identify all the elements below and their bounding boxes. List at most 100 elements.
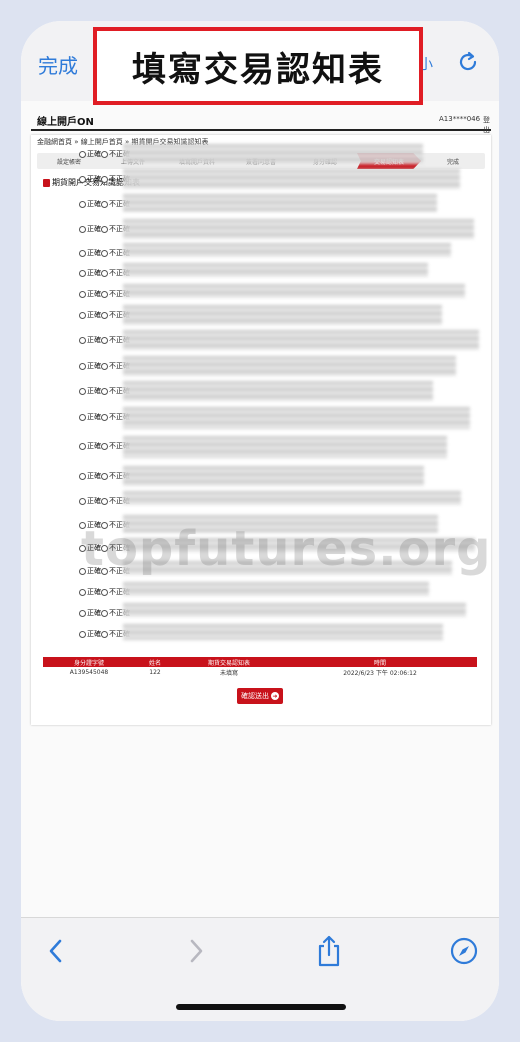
share-icon[interactable]	[314, 935, 344, 967]
header-cell: 身分證字號	[73, 659, 104, 667]
radio-icon	[101, 442, 108, 450]
site-header: 線上開戶ON A13****046 登出	[31, 113, 491, 134]
radio-icon	[79, 630, 86, 638]
option-correct[interactable]: 正確	[79, 199, 101, 209]
radio-icon	[101, 200, 108, 208]
blurred-question-text	[123, 194, 437, 212]
option-correct[interactable]: 正確	[79, 361, 101, 371]
phone-screen: 完成 小 填寫交易認知表 線上開戶ON A13****046 登出 金融網首頁 …	[21, 21, 499, 1021]
home-indicator	[176, 1004, 346, 1010]
logout-link[interactable]: 登出	[483, 115, 491, 135]
header-cell: 姓名	[148, 659, 161, 667]
title-banner: 填寫交易認知表	[93, 27, 423, 105]
blurred-question-text	[123, 356, 456, 376]
radio-icon	[101, 630, 108, 638]
blurred-question-text	[123, 624, 443, 640]
option-correct[interactable]: 正確	[79, 412, 101, 422]
radio-icon	[79, 497, 86, 505]
radio-icon	[101, 311, 108, 319]
blurred-question-text	[123, 169, 460, 189]
option-correct[interactable]: 正確	[79, 386, 101, 396]
option-correct[interactable]: 正確	[79, 174, 101, 184]
radio-icon	[79, 387, 86, 395]
forward-icon[interactable]	[181, 936, 211, 966]
blurred-question-text	[123, 144, 423, 164]
blurred-question-text	[123, 330, 479, 350]
radio-icon	[101, 249, 108, 257]
radio-icon	[79, 225, 86, 233]
radio-icon	[79, 175, 86, 183]
radio-icon	[101, 609, 108, 617]
document-icon	[43, 178, 50, 187]
radio-icon	[101, 336, 108, 344]
blurred-question-text	[123, 603, 466, 617]
radio-icon	[101, 269, 108, 277]
blurred-question-text	[123, 243, 451, 257]
table-cell: 122	[149, 668, 161, 676]
option-correct[interactable]: 正確	[79, 289, 101, 299]
blurred-question-text	[123, 491, 461, 505]
browser-bottom-bar	[21, 917, 499, 1021]
radio-icon	[101, 387, 108, 395]
site-name: 線上開戶ON	[37, 117, 94, 128]
radio-icon	[101, 497, 108, 505]
submit-button[interactable]: 確認送出 ➜	[237, 688, 283, 704]
option-correct[interactable]: 正確	[79, 224, 101, 234]
blurred-question-text	[123, 436, 447, 458]
radio-icon	[79, 362, 86, 370]
web-content: 線上開戶ON A13****046 登出 金融網首頁 » 線上開戶首頁 » 期貨…	[21, 101, 499, 917]
option-correct[interactable]: 正確	[79, 471, 101, 481]
option-correct[interactable]: 正確	[79, 629, 101, 639]
option-correct[interactable]: 正確	[79, 441, 101, 451]
radio-icon	[79, 413, 86, 421]
done-button[interactable]: 完成	[38, 50, 78, 79]
radio-icon	[101, 472, 108, 480]
arrow-right-circle-icon: ➜	[271, 692, 279, 700]
radio-icon	[79, 290, 86, 298]
radio-icon	[79, 200, 86, 208]
radio-icon	[101, 413, 108, 421]
blurred-question-text	[123, 582, 429, 596]
option-correct[interactable]: 正確	[79, 587, 101, 597]
form-card: 金融網首頁 » 線上開戶首頁 » 期貨開戶交易知識認知表 設定帳密上傳文件填寫開…	[31, 135, 491, 725]
table-cell: A139545048	[69, 668, 109, 676]
blurred-question-text	[123, 284, 465, 298]
result-table-header: 身分證字號 姓名 期貨交易認知表 時間	[43, 657, 477, 667]
blurred-question-text	[123, 263, 428, 277]
radio-icon	[101, 150, 108, 158]
blurred-question-text	[123, 407, 470, 429]
blurred-question-text	[123, 381, 433, 401]
option-correct[interactable]: 正確	[79, 496, 101, 506]
blurred-question-text	[123, 219, 474, 239]
radio-icon	[79, 442, 86, 450]
table-row: A139545048 122 未填寫 2022/6/23 下午 02:06:12	[43, 667, 477, 677]
option-correct[interactable]: 正確	[79, 248, 101, 258]
result-table: 身分證字號 姓名 期貨交易認知表 時間 A139545048 122 未填寫 2…	[43, 657, 477, 677]
table-cell: 2022/6/23 下午 02:06:12	[343, 669, 417, 677]
reload-icon[interactable]	[455, 49, 481, 75]
radio-icon	[79, 269, 86, 277]
radio-icon	[79, 311, 86, 319]
user-id: A13****046	[439, 115, 481, 123]
radio-icon	[101, 225, 108, 233]
compass-icon[interactable]	[449, 936, 479, 966]
banner-title: 填寫交易認知表	[132, 49, 384, 90]
radio-icon	[101, 588, 108, 596]
option-correct[interactable]: 正確	[79, 608, 101, 618]
radio-icon	[101, 290, 108, 298]
table-cell: 未填寫	[219, 669, 238, 677]
watermark: topfutures.org	[81, 521, 492, 577]
submit-label: 確認送出	[241, 692, 269, 700]
option-correct[interactable]: 正確	[79, 335, 101, 345]
option-correct[interactable]: 正確	[79, 310, 101, 320]
back-icon[interactable]	[41, 936, 71, 966]
radio-icon	[79, 150, 86, 158]
option-correct[interactable]: 正確	[79, 268, 101, 278]
radio-icon	[101, 175, 108, 183]
option-correct[interactable]: 正確	[79, 149, 101, 159]
radio-icon	[79, 472, 86, 480]
blurred-question-text	[123, 305, 442, 325]
radio-icon	[79, 249, 86, 257]
header-cell: 期貨交易認知表	[207, 659, 250, 667]
radio-icon	[79, 609, 86, 617]
